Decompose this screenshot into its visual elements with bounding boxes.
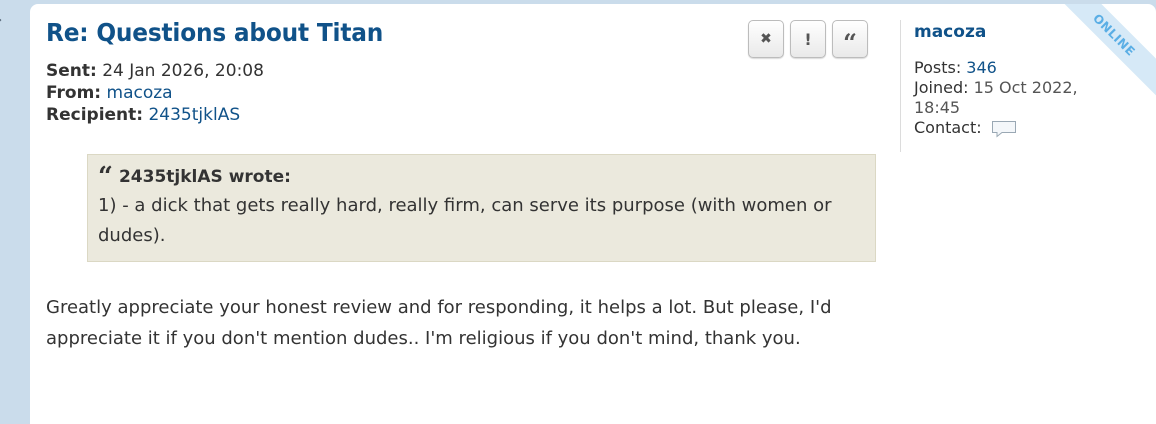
private-message-panel: Re: Questions about Titan Sent: 24 Jan 2… <box>30 4 1156 424</box>
author-profile: macoza Posts: 346 Joined: 15 Oct 2022, 1… <box>900 20 1120 152</box>
contact-icon[interactable] <box>991 120 1017 138</box>
message-meta: Sent: 24 Jan 2026, 20:08 From: macoza Re… <box>46 60 264 126</box>
quote-mark-icon: “ <box>98 162 113 192</box>
report-button[interactable]: ! <box>790 20 826 58</box>
from-user-link[interactable]: macoza <box>107 83 173 103</box>
delete-button[interactable]: ✖ <box>748 20 784 58</box>
quoted-message: “ 2435tjklAS wrote: 1) - a dick that get… <box>87 154 876 262</box>
quote-icon: “ <box>843 28 857 57</box>
quote-button[interactable]: “ <box>832 20 868 58</box>
post-actions: ✖ ! “ <box>748 20 868 58</box>
collapse-caret-icon: › <box>0 16 4 26</box>
message-body: Greatly appreciate your honest review an… <box>46 297 832 349</box>
from-label: From: <box>46 83 102 103</box>
quote-author: 2435tjklAS wrote: <box>118 167 291 187</box>
contact-label: Contact: <box>914 118 982 137</box>
recipient-user-link[interactable]: 2435tjklAS <box>148 105 240 125</box>
posts-label: Posts: <box>914 58 962 77</box>
delete-icon: ✖ <box>760 31 772 47</box>
recipient-row: Recipient: 2435tjklAS <box>46 104 264 126</box>
report-icon: ! <box>804 29 812 49</box>
quote-text: 1) - a dick that gets really hard, reall… <box>98 195 832 246</box>
contact-row: Contact: <box>914 118 1120 138</box>
from-row: From: macoza <box>46 82 264 104</box>
profile-details: Posts: 346 Joined: 15 Oct 2022, 18:45 Co… <box>914 58 1120 138</box>
posts-count-link[interactable]: 346 <box>966 58 997 77</box>
quote-header: “ 2435tjklAS wrote: <box>98 162 865 192</box>
sent-value: 24 Jan 2026, 20:08 <box>102 61 264 81</box>
post-title: Re: Questions about Titan <box>46 18 384 47</box>
joined-label: Joined: <box>914 78 969 97</box>
sent-row: Sent: 24 Jan 2026, 20:08 <box>46 60 264 82</box>
joined-row: Joined: 15 Oct 2022, 18:45 <box>914 78 1120 118</box>
recipient-label: Recipient: <box>46 105 144 125</box>
sent-label: Sent: <box>46 61 97 81</box>
posts-row: Posts: 346 <box>914 58 1120 78</box>
